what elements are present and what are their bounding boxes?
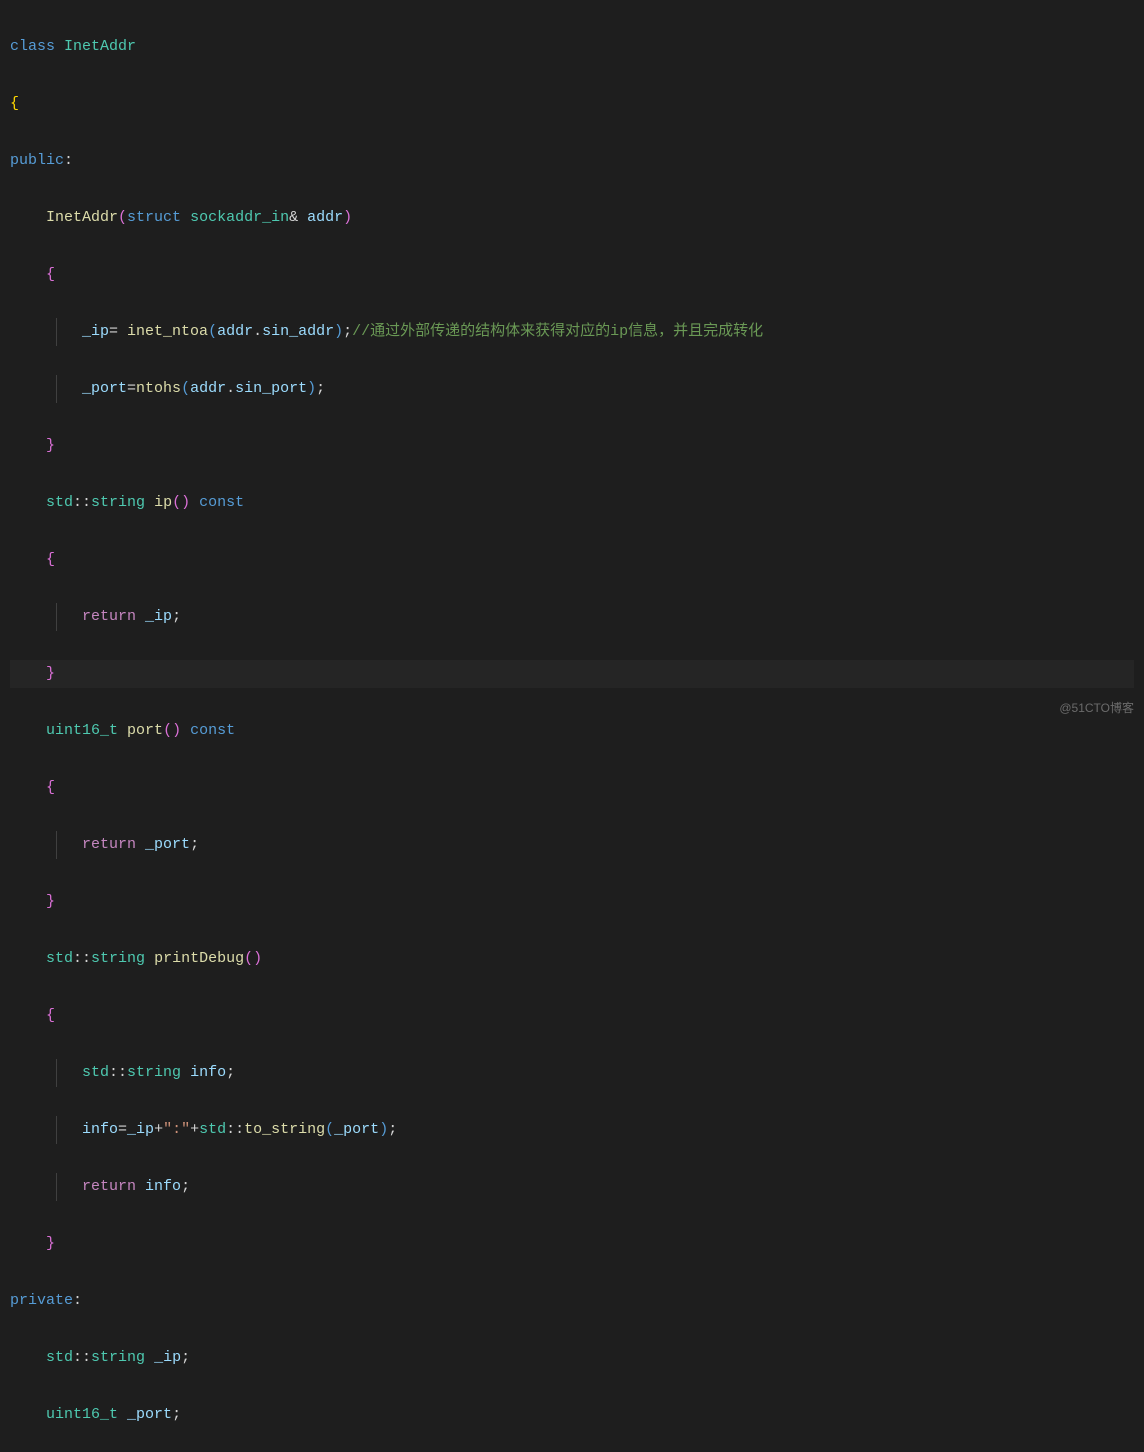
code-line: } xyxy=(10,432,1134,461)
code-line: InetAddr(struct sockaddr_in& addr) xyxy=(10,204,1134,233)
code-line: private: xyxy=(10,1287,1134,1316)
code-line: std::string info; xyxy=(10,1059,1134,1088)
code-line: return info; xyxy=(10,1173,1134,1202)
code-line: _ip= inet_ntoa(addr.sin_addr);//通过外部传递的结… xyxy=(10,318,1134,347)
code-line: return _port; xyxy=(10,831,1134,860)
class-name: InetAddr xyxy=(64,38,136,55)
method-ip: ip xyxy=(154,494,172,511)
keyword-class: class xyxy=(10,38,55,55)
code-line: class InetAddr xyxy=(10,33,1134,62)
brace: } xyxy=(46,437,55,454)
code-line: uint16_t port() const xyxy=(10,717,1134,746)
code-line: std::string ip() const xyxy=(10,489,1134,518)
constructor-name: InetAddr xyxy=(46,209,118,226)
keyword-private: private xyxy=(10,1292,73,1309)
brace: { xyxy=(46,266,55,283)
code-line: { xyxy=(10,90,1134,119)
method-printDebug: printDebug xyxy=(154,950,244,967)
code-line-current: } xyxy=(10,660,1134,689)
code-line: public: xyxy=(10,147,1134,176)
code-line: } xyxy=(10,1230,1134,1259)
code-line: uint16_t _port; xyxy=(10,1401,1134,1430)
code-line: _port=ntohs(addr.sin_port); xyxy=(10,375,1134,404)
comment: //通过外部传递的结构体来获得对应的ip信息，并且完成转化 xyxy=(352,323,763,340)
brace: { xyxy=(10,95,19,112)
code-line: { xyxy=(10,261,1134,290)
code-line: } xyxy=(10,888,1134,917)
watermark: @51CTO博客 xyxy=(1059,697,1134,720)
code-line: { xyxy=(10,774,1134,803)
code-line: std::string _ip; xyxy=(10,1344,1134,1373)
method-port: port xyxy=(127,722,163,739)
keyword-public: public xyxy=(10,152,64,169)
code-line: info=_ip+":"+std::to_string(_port); xyxy=(10,1116,1134,1145)
code-line: return _ip; xyxy=(10,603,1134,632)
code-line: std::string printDebug() xyxy=(10,945,1134,974)
code-line: { xyxy=(10,546,1134,575)
code-editor[interactable]: class InetAddr { public: InetAddr(struct… xyxy=(0,0,1144,1452)
code-line: { xyxy=(10,1002,1134,1031)
